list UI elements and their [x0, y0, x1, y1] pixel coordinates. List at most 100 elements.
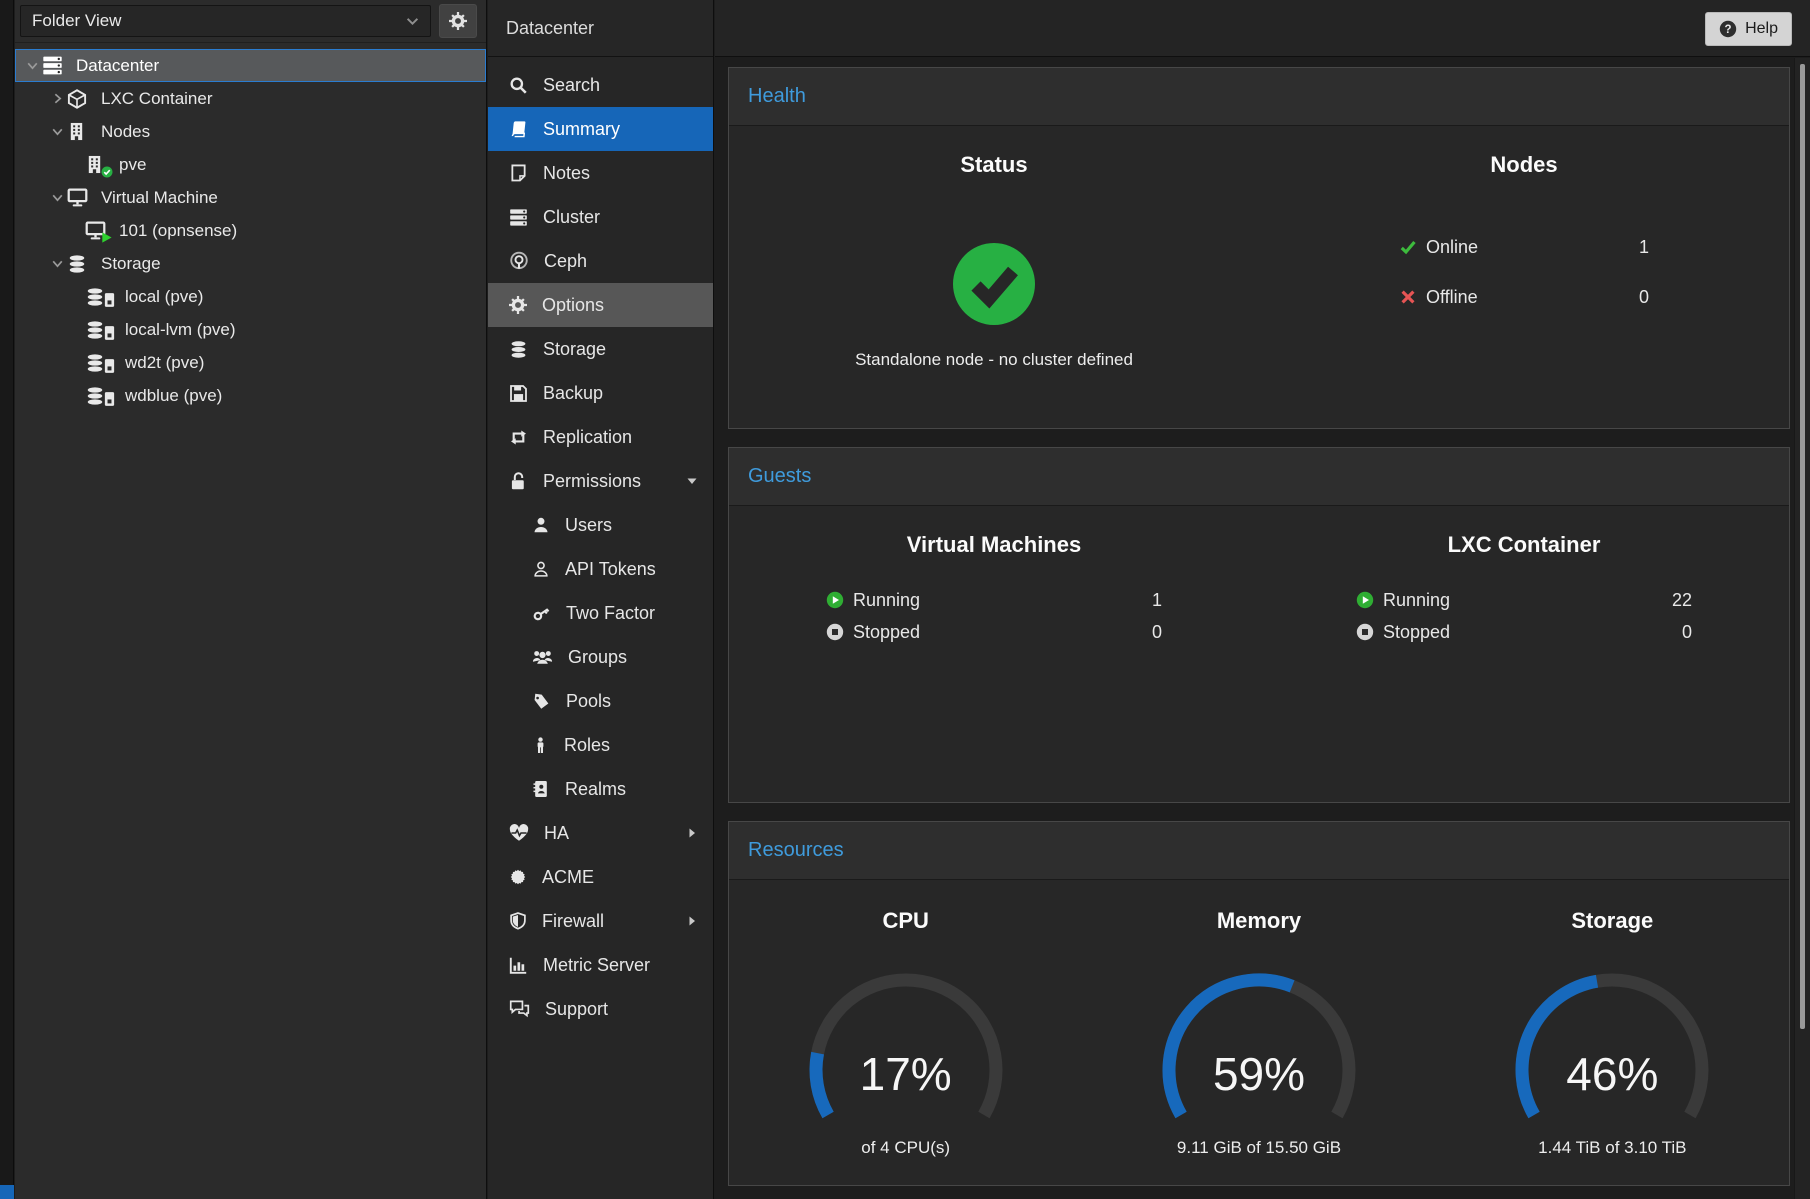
- nav-item-summary[interactable]: Summary: [488, 107, 713, 151]
- tree-item-datacenter[interactable]: Datacenter: [15, 49, 486, 82]
- nav-item-users[interactable]: Users: [488, 503, 713, 547]
- lxc-table: Running 22 Stopped 0: [1356, 584, 1692, 648]
- shield-icon: [509, 912, 527, 930]
- nav-list: Search Summary Notes Cluster Ceph Option…: [488, 57, 713, 1031]
- drive-icon: [104, 391, 115, 407]
- nav-item-ha[interactable]: HA: [488, 811, 713, 855]
- tree-item-vm-101[interactable]: 101 (opnsense): [15, 214, 486, 247]
- nav-item-replication[interactable]: Replication: [488, 415, 713, 459]
- nav-item-acme[interactable]: ACME: [488, 855, 713, 899]
- drive-icon: [104, 358, 115, 374]
- key-icon: [532, 604, 551, 623]
- resources-panel: Resources CPU 17% of 4 CPU(s) Memor: [728, 821, 1790, 1186]
- resource-tree: Datacenter LXC Container Nodes pve: [15, 43, 486, 412]
- sync-arrows-icon: [509, 428, 528, 447]
- tree-item-pve[interactable]: pve: [15, 148, 486, 181]
- tree-item-storage-wd2t[interactable]: wd2t (pve): [15, 346, 486, 379]
- play-circle-icon: [826, 591, 844, 609]
- tree-item-label: pve: [119, 155, 146, 175]
- caret-down-icon: [50, 256, 65, 271]
- tree-item-storage-wdblue[interactable]: wdblue (pve): [15, 379, 486, 412]
- user-outline-icon: [532, 560, 550, 578]
- nav-item-firewall[interactable]: Firewall: [488, 899, 713, 943]
- tree-item-storage-local[interactable]: local (pve): [15, 280, 486, 313]
- memory-percent: 59%: [1159, 1047, 1359, 1101]
- comments-icon: [509, 1000, 530, 1018]
- nav-item-pools[interactable]: Pools: [488, 679, 713, 723]
- expander-right-icon[interactable]: [686, 827, 698, 839]
- drive-icon: [104, 292, 115, 308]
- person-icon: [532, 737, 549, 754]
- book-icon: [509, 120, 528, 139]
- search-icon: [509, 76, 528, 95]
- vertical-scrollbar[interactable]: [1794, 58, 1810, 1199]
- unlock-icon: [509, 472, 528, 491]
- nav-item-groups[interactable]: Groups: [488, 635, 713, 679]
- memory-detail: 9.11 GiB of 15.50 GiB: [1082, 1138, 1435, 1158]
- server-stack-icon: [42, 55, 63, 76]
- scrollbar-thumb[interactable]: [1800, 64, 1805, 1029]
- guests-vm-column: Virtual Machines Running 1: [729, 506, 1259, 648]
- tree-settings-button[interactable]: [439, 4, 477, 38]
- nav-item-two-factor[interactable]: Two Factor: [488, 591, 713, 635]
- tree-item-label: LXC Container: [101, 89, 213, 109]
- tree-item-label: wdblue (pve): [125, 386, 222, 406]
- expander-down-icon[interactable]: [686, 475, 698, 487]
- nav-item-roles[interactable]: Roles: [488, 723, 713, 767]
- nodes-heading: Nodes: [1259, 126, 1789, 178]
- check-icon: [1399, 238, 1417, 256]
- view-mode-select[interactable]: Folder View: [20, 5, 431, 37]
- vm-running-row: Running 1: [826, 584, 1162, 616]
- note-icon: [509, 164, 528, 183]
- guests-panel-title: Guests: [729, 448, 1789, 506]
- nav-item-notes[interactable]: Notes: [488, 151, 713, 195]
- nodes-online-row: Online 1: [1399, 222, 1649, 272]
- expander-right-icon[interactable]: [686, 915, 698, 927]
- help-button[interactable]: Help: [1705, 12, 1792, 46]
- nav-item-cluster[interactable]: Cluster: [488, 195, 713, 239]
- tree-item-label: local-lvm (pve): [125, 320, 236, 340]
- tree-item-virtual-machine[interactable]: Virtual Machine: [15, 181, 486, 214]
- status-ok-check-circle-icon: [952, 242, 1036, 326]
- caret-down-icon: [50, 124, 65, 139]
- topbar: Help: [715, 0, 1810, 57]
- splitter-corner[interactable]: [0, 1185, 14, 1199]
- tree-item-lxc-container[interactable]: LXC Container: [15, 82, 486, 115]
- lxc-stopped-row: Stopped 0: [1356, 616, 1692, 648]
- cpu-percent: 17%: [806, 1047, 1006, 1101]
- storage-percent: 46%: [1512, 1047, 1712, 1101]
- nav-item-backup[interactable]: Backup: [488, 371, 713, 415]
- nav-item-api-tokens[interactable]: API Tokens: [488, 547, 713, 591]
- memory-gauge-column: Memory 59% 9.11 GiB of 15.50 GiB: [1082, 880, 1435, 1158]
- tree-item-storage-local-lvm[interactable]: local-lvm (pve): [15, 313, 486, 346]
- nav-item-realms[interactable]: Realms: [488, 767, 713, 811]
- tree-item-label: Datacenter: [76, 56, 159, 76]
- chevron-down-icon: [406, 17, 419, 26]
- play-circle-icon: [1356, 591, 1374, 609]
- health-status-column: Status Standalone node - no cluster defi…: [729, 126, 1259, 370]
- tree-item-label: wd2t (pve): [125, 353, 204, 373]
- tree-item-storage[interactable]: Storage: [15, 247, 486, 280]
- lxc-heading: LXC Container: [1259, 506, 1789, 558]
- lxc-running-count: 22: [1662, 590, 1692, 611]
- health-panel: Health Status Standalone node - no clust…: [728, 67, 1790, 429]
- nav-item-search[interactable]: Search: [488, 63, 713, 107]
- tree-item-label: Storage: [101, 254, 161, 274]
- caret-down-icon: [25, 58, 40, 73]
- view-mode-value: Folder View: [32, 11, 121, 31]
- stop-circle-icon: [826, 623, 844, 641]
- tree-item-nodes[interactable]: Nodes: [15, 115, 486, 148]
- lxc-stopped-count: 0: [1662, 622, 1692, 643]
- nav-item-metric-server[interactable]: Metric Server: [488, 943, 713, 987]
- nav-item-ceph[interactable]: Ceph: [488, 239, 713, 283]
- nav-item-support[interactable]: Support: [488, 987, 713, 1031]
- nav-item-options[interactable]: Options: [488, 283, 713, 327]
- cube-icon: [67, 89, 87, 109]
- nav-item-storage[interactable]: Storage: [488, 327, 713, 371]
- floppy-icon: [509, 384, 528, 403]
- vm-running-count: 1: [1132, 590, 1162, 611]
- datacenter-nav-panel: Datacenter Search Summary Notes Cluster …: [488, 0, 714, 1199]
- nav-item-permissions[interactable]: Permissions: [488, 459, 713, 503]
- question-circle-icon: [1719, 20, 1737, 38]
- health-nodes-column: Nodes Online 1: [1259, 126, 1789, 370]
